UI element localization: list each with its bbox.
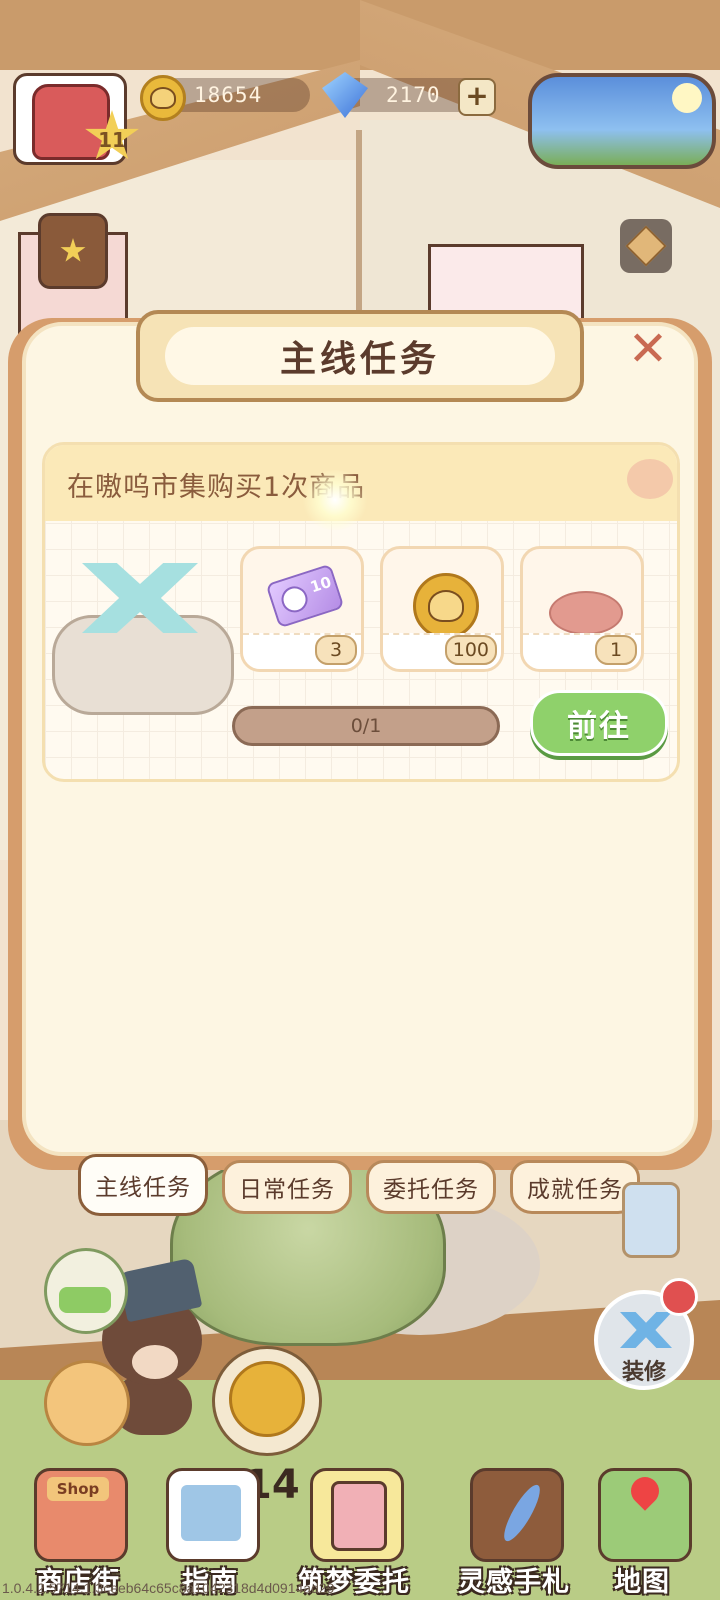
reward-count: 3 bbox=[315, 635, 357, 665]
notebook-icon bbox=[310, 1468, 404, 1562]
sun-icon bbox=[672, 83, 702, 113]
dog-coin-icon bbox=[140, 75, 186, 121]
clock-icon bbox=[278, 583, 311, 616]
tab-label: 委托任务 bbox=[383, 1177, 479, 1203]
storage-box-button[interactable] bbox=[620, 219, 672, 273]
go-button[interactable]: 前往 bbox=[530, 690, 668, 756]
map-icon bbox=[598, 1468, 692, 1562]
decorate-icon bbox=[620, 1312, 672, 1348]
add-gems-button[interactable]: + bbox=[458, 78, 496, 116]
map-pin-icon bbox=[625, 1471, 665, 1511]
title-inner: 主线任务 bbox=[165, 327, 555, 385]
notification-dot bbox=[660, 1278, 698, 1316]
star-icon bbox=[60, 238, 86, 262]
dog-snout bbox=[132, 1345, 178, 1379]
time-ticket-icon: 10 bbox=[265, 563, 345, 629]
nav-map[interactable]: 地图 bbox=[582, 1460, 702, 1600]
nav-guide[interactable]: 指南 bbox=[150, 1460, 270, 1600]
reward-slot[interactable]: 100 bbox=[380, 546, 504, 672]
pink-cushion-icon bbox=[549, 591, 623, 635]
reward-count: 100 bbox=[444, 635, 497, 665]
dog-face bbox=[428, 590, 464, 622]
tab-commission-quest[interactable]: 委托任务 bbox=[366, 1160, 496, 1214]
pet-bed-preview bbox=[52, 555, 234, 715]
bed-base bbox=[52, 615, 234, 715]
ticket-value: 10 bbox=[308, 572, 334, 597]
star-book-button[interactable] bbox=[38, 213, 108, 289]
progress-text: 0/1 bbox=[350, 715, 382, 737]
wall-frame bbox=[622, 1182, 680, 1258]
reward-slot[interactable]: 10 3 bbox=[240, 546, 364, 672]
tab-achievement-quest[interactable]: 成就任务 bbox=[510, 1160, 640, 1214]
dialog-title-plate: 主线任务 bbox=[136, 310, 584, 402]
weather-window-button[interactable] bbox=[528, 73, 716, 169]
coin-collect-button[interactable] bbox=[212, 1346, 322, 1456]
go-button-label: 前往 bbox=[567, 709, 631, 744]
feather-icon bbox=[498, 1480, 546, 1546]
shop-sign: Shop bbox=[47, 1477, 109, 1501]
dog-coin-icon bbox=[413, 573, 479, 639]
close-button[interactable]: ✕ bbox=[624, 325, 672, 374]
pumpkin-pet-button[interactable] bbox=[44, 1248, 128, 1334]
nav-dream-commission[interactable]: 筑梦委托 bbox=[294, 1460, 414, 1600]
nav-inspiration-journal[interactable]: 灵感手札 bbox=[454, 1460, 574, 1600]
tab-daily-quest[interactable]: 日常任务 bbox=[222, 1160, 352, 1214]
tab-label: 主线任务 bbox=[95, 1175, 191, 1201]
journal-icon bbox=[470, 1468, 564, 1562]
task-progress-bar: 0/1 bbox=[232, 706, 500, 746]
nav-label: 灵感手札 bbox=[458, 1567, 570, 1598]
pumpkin-face bbox=[59, 1287, 111, 1313]
notebook-cover bbox=[331, 1481, 387, 1551]
nav-shop-street[interactable]: Shop 商店街 bbox=[18, 1460, 138, 1600]
nav-label: 地图 bbox=[614, 1567, 670, 1598]
reward-slot[interactable]: 1 bbox=[520, 546, 644, 672]
guide-picture bbox=[181, 1485, 241, 1541]
armchair-icon bbox=[32, 84, 110, 160]
heart-decoration-icon bbox=[627, 459, 673, 499]
version-text: 1.0.4.2.5714.1.3ceeb64c65c8a1042318d4d09… bbox=[2, 1580, 335, 1596]
reward-count: 1 bbox=[595, 635, 637, 665]
tab-label: 日常任务 bbox=[239, 1177, 335, 1203]
decorate-label: 装修 bbox=[621, 1360, 666, 1385]
tab-main-quest[interactable]: 主线任务 bbox=[78, 1154, 208, 1216]
puppy-pet-button[interactable] bbox=[44, 1360, 130, 1446]
gem-value: 2170 bbox=[386, 83, 441, 107]
dog-coin-icon bbox=[229, 1361, 305, 1437]
cube-icon bbox=[625, 225, 667, 267]
guide-icon bbox=[166, 1468, 260, 1562]
dialog-title: 主线任务 bbox=[279, 339, 440, 380]
sparkle-effect bbox=[300, 470, 370, 530]
shop-icon: Shop bbox=[34, 1468, 128, 1562]
coin-value: 18654 bbox=[194, 83, 263, 107]
tab-label: 成就任务 bbox=[527, 1177, 623, 1203]
dog-face bbox=[150, 87, 176, 109]
